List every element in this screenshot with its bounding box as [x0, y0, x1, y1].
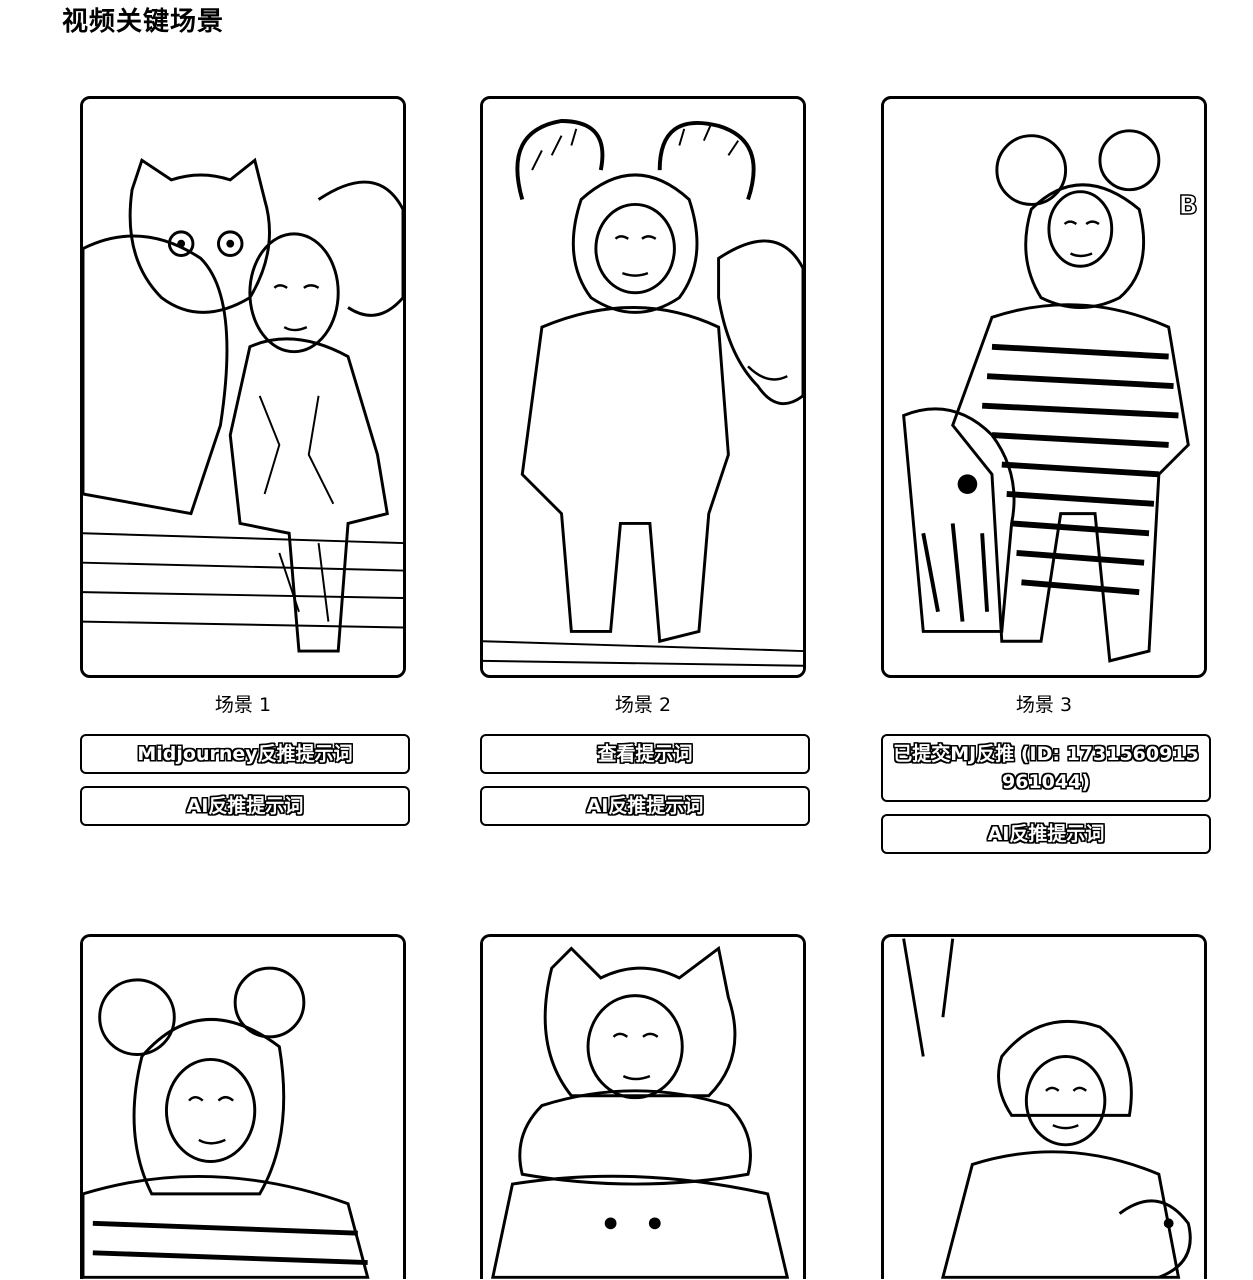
- scene-1-ai-prompt-button[interactable]: AI反推提示词: [80, 786, 410, 826]
- scene-6-thumbnail[interactable]: [881, 934, 1207, 1279]
- scene-2-ai-prompt-button[interactable]: AI反推提示词: [480, 786, 810, 826]
- baby-with-white-cat-icon: [83, 101, 403, 673]
- scene-2-label: 场景 2: [614, 694, 672, 716]
- scene-3-label: 场景 3: [1015, 694, 1073, 716]
- scene-2-thumbnail[interactable]: [480, 96, 806, 678]
- baby-in-bear-hat-icon: [83, 938, 403, 1279]
- scene-3-mj-submitted-button[interactable]: 已提交MJ反推 (ID: 1731560915961044): [881, 734, 1211, 802]
- scene-1-thumbnail[interactable]: [80, 96, 406, 678]
- baby-in-sheep-costume-icon: [483, 101, 803, 673]
- page-title: 视频关键场景: [62, 7, 225, 37]
- scene-5-thumbnail[interactable]: [480, 934, 806, 1279]
- svg-text:B: B: [1178, 191, 1197, 221]
- scene-3-ai-prompt-button[interactable]: AI反推提示词: [881, 814, 1211, 854]
- scene-2-view-prompt-button[interactable]: 查看提示词: [480, 734, 810, 774]
- scene-card-2: 场景 2 查看提示词 AI反推提示词: [480, 96, 810, 826]
- scene-3-thumbnail[interactable]: B: [881, 96, 1207, 678]
- baby-in-striped-suit-with-toy-icon: B: [884, 101, 1204, 673]
- scene-card-4: [80, 934, 410, 1279]
- baby-in-fluffy-coat-icon: [483, 938, 803, 1279]
- scene-card-5: [480, 934, 810, 1279]
- baby-in-knit-hat-icon: [884, 938, 1204, 1279]
- scene-card-6: [881, 934, 1211, 1279]
- scene-card-3: B 场景 3 已提交MJ反推 (ID: 1731560915961044) AI…: [881, 96, 1211, 854]
- scene-1-midjourney-prompt-button[interactable]: Midjourney反推提示词: [80, 734, 410, 774]
- scene-4-thumbnail[interactable]: [80, 934, 406, 1279]
- scene-1-label: 场景 1: [214, 694, 272, 716]
- scene-card-1: 场景 1 Midjourney反推提示词 AI反推提示词: [80, 96, 410, 826]
